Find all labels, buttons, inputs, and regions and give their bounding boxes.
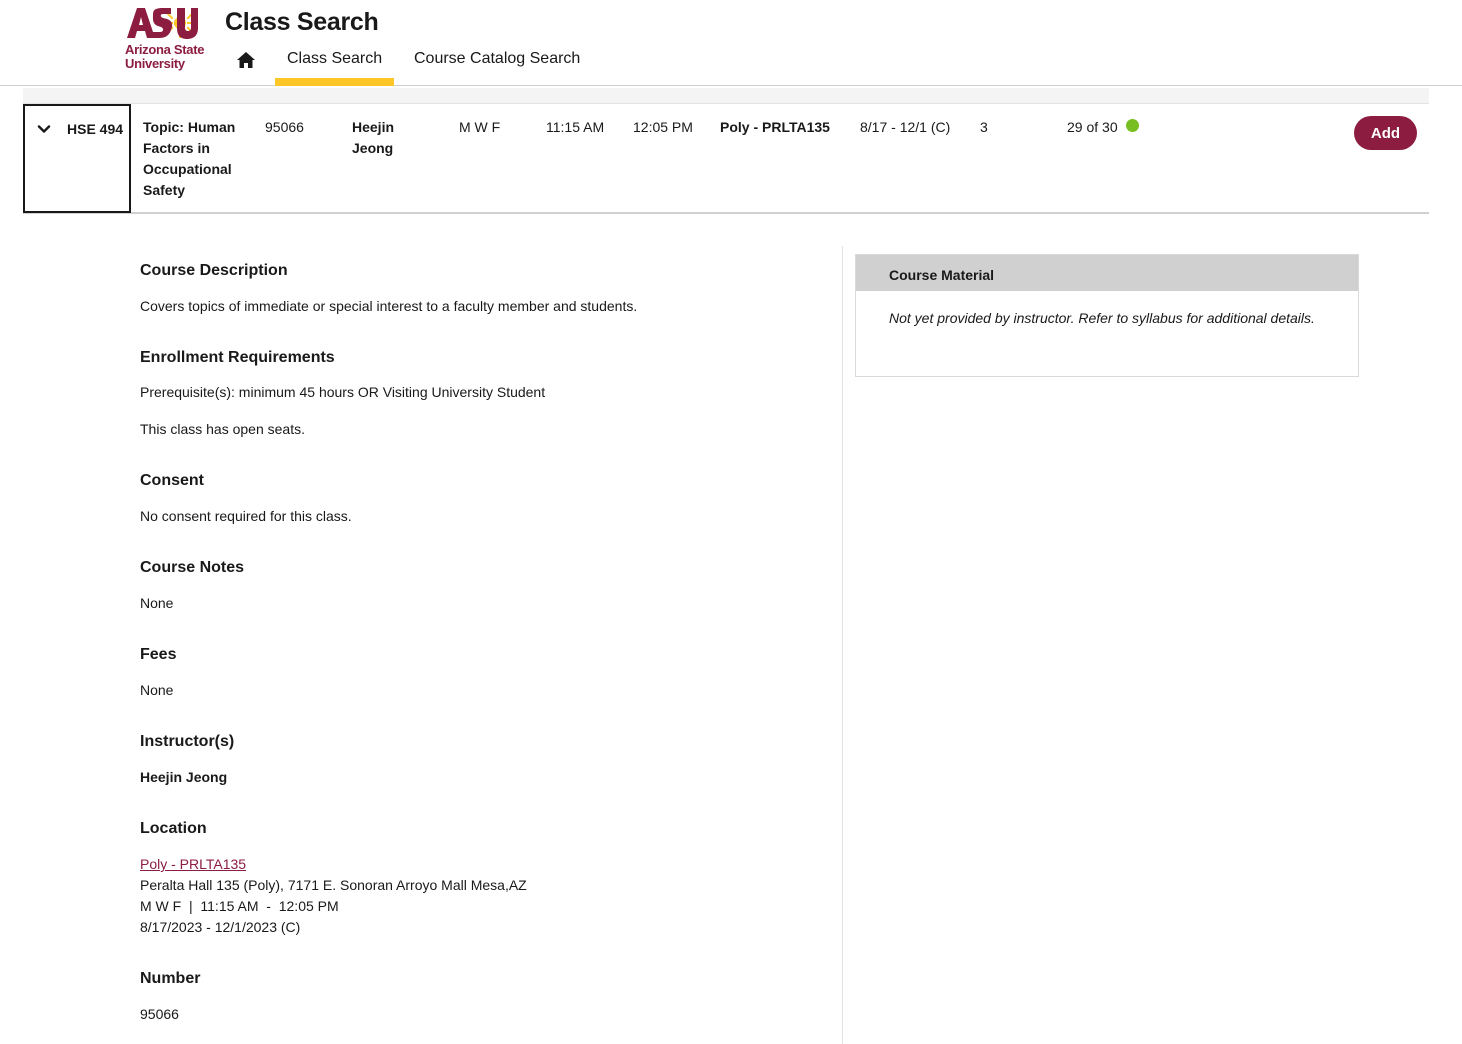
page-title: Class Search (225, 8, 379, 36)
home-icon[interactable] (236, 50, 256, 70)
instructors-heading: Instructor(s) (140, 733, 235, 750)
instructor-line: Heejin (352, 119, 395, 135)
course-material-heading: Course Material (856, 255, 1358, 291)
tab-course-catalog-search[interactable]: Course Catalog Search (414, 44, 580, 86)
asu-logo-mark (127, 8, 198, 39)
course-material-text: Not yet provided by instructor. Refer to… (889, 310, 1315, 326)
dates: 8/17 - 12/1 (C) (860, 119, 951, 135)
logo-wordmark: Arizona State University (125, 43, 204, 71)
course-description-heading: Course Description (140, 262, 288, 279)
tab-class-search-label: Class Search (287, 50, 383, 67)
location-heading: Location (140, 820, 207, 837)
location-address: Peralta Hall 135 (Poly), 7171 E. Sonoran… (140, 877, 527, 893)
course-notes-heading: Course Notes (140, 559, 245, 576)
location[interactable]: Poly - PRLTA135 (720, 117, 830, 138)
number-value: 95066 (140, 1006, 179, 1022)
course-title-line: Factors in (143, 140, 210, 156)
days: M W F (459, 119, 501, 135)
enrollment-prerequisite: Prerequisite(s): minimum 45 hours OR Vis… (140, 384, 546, 400)
fees-text: None (140, 682, 174, 698)
detail-divider (842, 246, 843, 1044)
course-title: Topic: Human Factors in Occupational Saf… (143, 117, 253, 201)
enrollment-heading: Enrollment Requirements (140, 349, 335, 366)
chevron-down-icon (37, 125, 51, 133)
asu-logo[interactable]: Arizona State University (125, 6, 215, 74)
open-seats-text: This class has open seats. (140, 421, 305, 437)
location-schedule: M W F | 11:15 AM - 12:05 PM (140, 898, 339, 914)
logo-line1: Arizona State (125, 42, 205, 57)
course-material-panel: Course Material Not yet provided by inst… (855, 254, 1359, 377)
course-title-line: Topic: Human (143, 119, 236, 135)
units: 3 (980, 119, 988, 135)
course-description-text: Covers topics of immediate or special in… (140, 298, 638, 314)
instructor-line: Jeong (352, 140, 394, 156)
site-header: Arizona State University Class Search Cl… (0, 0, 1462, 86)
tab-course-catalog-label: Course Catalog Search (414, 50, 581, 67)
location-dates: 8/17/2023 - 12/1/2023 (C) (140, 919, 301, 935)
instructor-name[interactable]: Heejin Jeong (140, 769, 227, 785)
course-notes-text: None (140, 595, 174, 611)
tab-class-search[interactable]: Class Search (274, 44, 395, 86)
seats: 29 of 30 (1067, 119, 1118, 135)
end-time: 12:05 PM (633, 119, 693, 135)
course-title-line: Occupational (143, 161, 232, 177)
instructor[interactable]: Heejin Jeong (352, 117, 394, 159)
open-seats-status-icon (1126, 119, 1139, 132)
class-number: 95066 (265, 119, 304, 135)
add-button[interactable]: Add (1354, 116, 1417, 150)
table-row: HSE 494 Topic: Human Factors in Occupati… (23, 104, 1429, 214)
consent-heading: Consent (140, 472, 204, 489)
location-link[interactable]: Poly - PRLTA135 (140, 856, 246, 872)
course-code: HSE 494 (67, 121, 124, 137)
expand-course-toggle[interactable]: HSE 494 (23, 104, 131, 213)
consent-text: No consent required for this class. (140, 508, 352, 524)
number-heading: Number (140, 970, 201, 987)
course-title-line: Safety (143, 182, 186, 198)
results-table-header-band (23, 88, 1429, 103)
start-time: 11:15 AM (546, 119, 605, 135)
logo-line2: University (125, 56, 185, 71)
fees-heading: Fees (140, 646, 177, 663)
